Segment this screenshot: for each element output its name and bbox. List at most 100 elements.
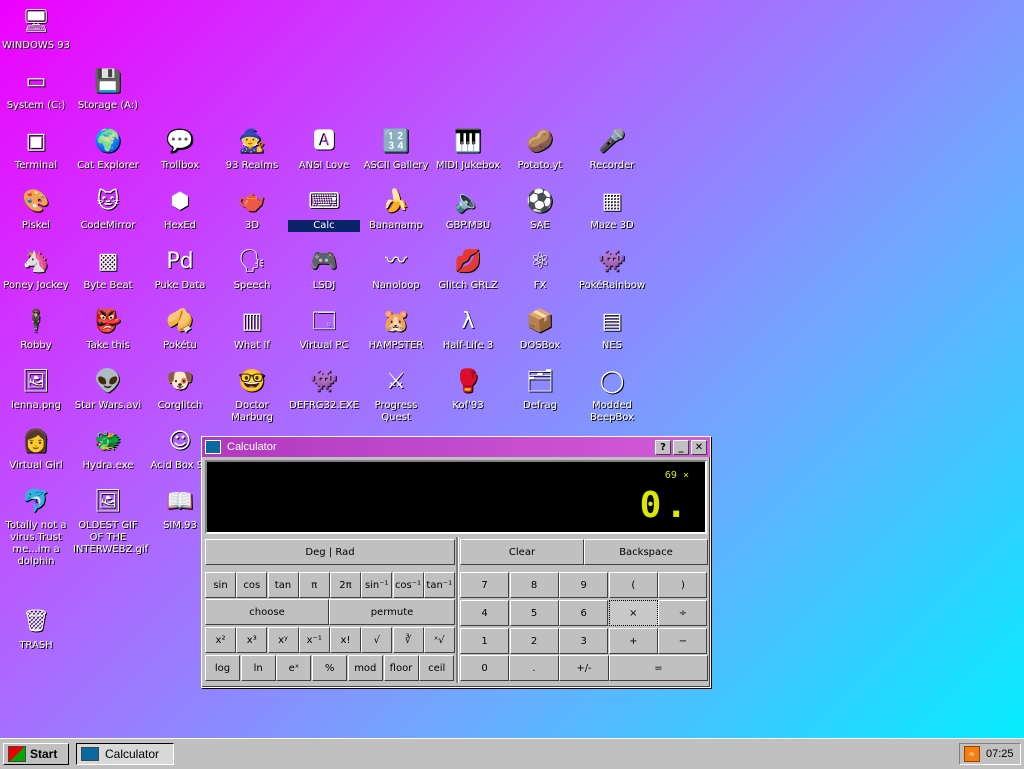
desktop-icon[interactable]: ◯ Modded BeepBox [576,366,648,424]
desktop-icon[interactable]: 🗂 Defrag [504,366,576,412]
desktop-icon[interactable]: 👾 PokéRainbow [576,246,648,292]
desktop-icon[interactable]: 🔢 ASCII Gallery [360,126,432,172]
desktop-icon[interactable]: 🦄 Poney Jockey [0,246,72,292]
sci-button[interactable]: floor [383,655,419,681]
desktop-icon[interactable]: 🥔 Potato.yt [504,126,576,172]
desktop-icon[interactable]: ▦ Maze 3D [576,186,648,232]
keypad-button[interactable]: 9 [559,572,609,598]
desktop-icon[interactable]: λ Half-Life 3 [432,306,504,352]
sci-button[interactable]: ceil [419,655,455,681]
desktop-icon[interactable]: ⚔ Progress Quest [360,366,432,424]
sci-button[interactable]: x² [205,627,236,653]
desktop-icon[interactable]: Pd Puke Data [144,246,216,292]
sci-button[interactable]: mod [347,655,383,681]
sci-button[interactable]: sin [205,572,236,598]
desktop-icon[interactable]: 🎹 MIDI Jukebox [432,126,504,172]
desktop-icon[interactable]: 🐹 HAMPSTER [360,306,432,352]
sci-button[interactable]: π [298,572,330,598]
taskbar-item-calculator[interactable]: Calculator [76,743,174,765]
keypad-button[interactable]: . [509,655,559,681]
desktop-icon[interactable]: 👽 Star Wars.avi [72,366,144,412]
sci-button[interactable]: sin⁻¹ [361,572,393,598]
desktop-icon[interactable]: 🌍 Cat Explorer [72,126,144,172]
sci-button[interactable]: cos [236,572,268,598]
desktop-icon[interactable]: ⚛ FX [504,246,576,292]
keypad-button[interactable]: − [658,628,708,654]
keypad-button[interactable]: 3 [559,628,609,654]
desktop-icon[interactable]: 🎨 Piskel [0,186,72,232]
keypad-button[interactable]: 6 [559,600,609,626]
permute-button[interactable]: permute [329,599,455,625]
keypad-button[interactable]: + [608,628,658,654]
desktop-icon[interactable]: ⬢ HexEd [144,186,216,232]
desktop-icon[interactable]: 🎮 LSDJ [288,246,360,292]
close-button[interactable]: ✕ [691,439,707,455]
keypad-button[interactable]: 8 [509,572,559,598]
desktop-icon[interactable]: ▣ Terminal [0,126,72,172]
desktop-icon[interactable]: ▤ NES [576,306,648,352]
rss-icon[interactable]: ≈ [964,746,980,762]
desktop-icon[interactable]: 👩 Virtual Girl [0,426,72,472]
deg-rad-toggle[interactable]: Deg | Rad [205,539,455,565]
sci-button[interactable]: √ [361,627,393,653]
keypad-button[interactable]: 2 [509,628,559,654]
sci-button[interactable]: tan⁻¹ [423,572,455,598]
sci-button[interactable]: xʸ [267,627,299,653]
sci-button[interactable]: ∛ [392,627,424,653]
desktop-icon[interactable]: 💾 Storage (A:) [72,66,144,112]
choose-button[interactable]: choose [205,599,329,625]
desktop-icon[interactable]: 💋 Glitch GRLZ [432,246,504,292]
keypad-button[interactable]: 4 [460,600,509,626]
sci-button[interactable]: 2π [330,572,361,598]
keypad-button[interactable]: 5 [509,600,559,626]
desktop-icon[interactable]: 🫖 3D [216,186,288,232]
desktop-icon[interactable]: 🐶 Corglitch [144,366,216,412]
keypad-button[interactable]: × [608,600,658,626]
desktop-icon[interactable]: 🖼 OLDEST GIF OF THE INTERWEBZ.gif [72,486,148,556]
clear-button[interactable]: Clear [460,539,584,565]
calculator-titlebar[interactable]: Calculator ? _ ✕ [202,437,710,457]
sci-button[interactable]: log [205,655,240,681]
desktop-icon[interactable]: 🥠 Pokétu [144,306,216,352]
desktop-icon[interactable]: 👺 Take this [72,306,144,352]
keypad-button[interactable]: ( [608,572,658,598]
sci-button[interactable]: tan [267,572,299,598]
desktop-icon[interactable]: 🐲 Hydra.exe [72,426,144,472]
keypad-button[interactable]: 7 [460,572,509,598]
desktop-icon[interactable]: 🅰 ANSI Love [288,126,360,172]
sci-button[interactable]: x⁻¹ [298,627,330,653]
minimize-button[interactable]: _ [673,439,689,455]
desktop-icon[interactable]: 🖥 WINDOWS 93 [0,6,72,52]
desktop-icon[interactable]: 🎤 Recorder [576,126,648,172]
desktop-icon[interactable]: 〰 Nanoloop [360,246,432,292]
desktop-icon[interactable]: 🔈 GBP.M3U [432,186,504,232]
sci-button[interactable]: eˣ [276,655,312,681]
desktop-icon[interactable]: 🗔 Virtual PC [288,306,360,352]
desktop-icon[interactable]: 🐱 CodeMirror [72,186,144,232]
desktop-icon[interactable]: ⌨ Calc [288,186,360,232]
sci-button[interactable]: x³ [236,627,268,653]
help-button[interactable]: ? [655,439,671,455]
keypad-button[interactable]: +/- [559,655,609,681]
sci-button[interactable]: % [312,655,348,681]
desktop-icon[interactable]: 🗣 Speech [216,246,288,292]
keypad-button[interactable]: 0 [460,655,509,681]
desktop-icon[interactable]: ▩ Byte Beat [72,246,144,292]
desktop-icon[interactable]: 🗑 TRASH [0,606,72,652]
desktop-icon[interactable]: ▭ System (C:) [0,66,72,112]
equals-button[interactable]: = [609,655,708,681]
keypad-button[interactable]: ) [658,572,708,598]
desktop-icon[interactable]: 🧙 93 Realms [216,126,288,172]
sci-button[interactable]: cos⁻¹ [392,572,424,598]
desktop-icon[interactable]: 👾 DEFRG32.EXE [288,366,360,412]
desktop-icon[interactable]: 💬 Trollbox [144,126,216,172]
desktop-icon[interactable]: 🐬 Totally not a virus.Trust me...im a dol… [0,486,72,568]
keypad-button[interactable]: 1 [460,628,509,654]
desktop-icon[interactable]: 🤓 Doctor Marburg [216,366,288,424]
desktop-icon[interactable]: 🥊 Kof'93 [432,366,504,412]
backspace-button[interactable]: Backspace [584,539,708,565]
sci-button[interactable]: ln [240,655,276,681]
desktop-icon[interactable]: 🍌 Bananamp [360,186,432,232]
desktop-icon[interactable]: 🕴 Robby [0,306,72,352]
desktop-icon[interactable]: ▥ What If [216,306,288,352]
